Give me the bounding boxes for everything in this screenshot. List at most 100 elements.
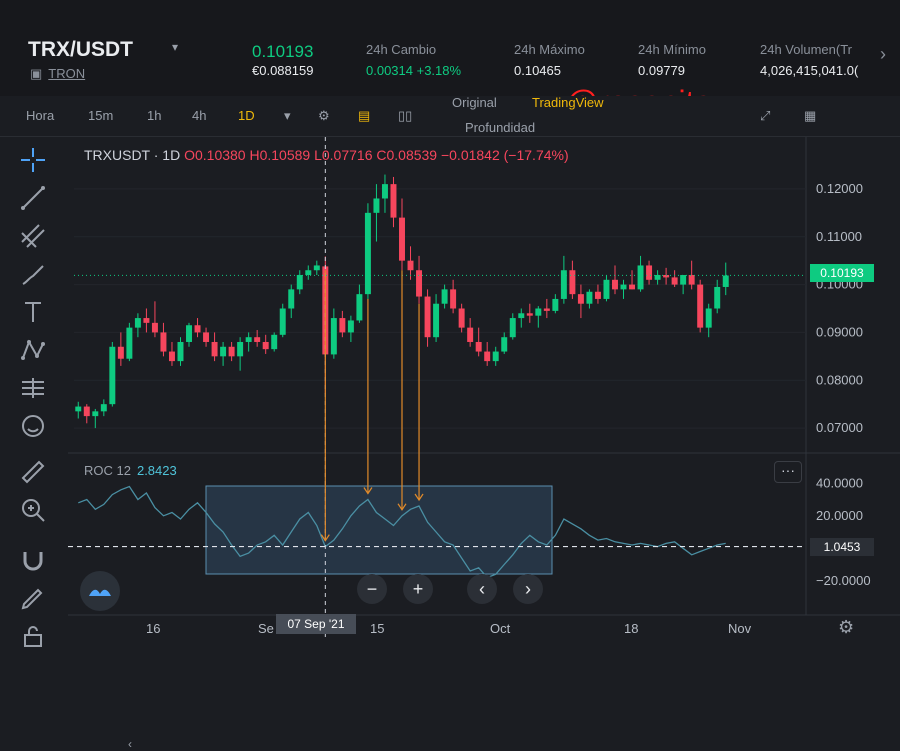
candle-body <box>646 265 653 280</box>
expand-icon[interactable]: ⤢ <box>760 108 770 124</box>
candle-body <box>271 334 278 350</box>
price-axis-label: 0.07000 <box>816 420 863 435</box>
zoom-in-button[interactable]: + <box>403 574 433 604</box>
market-header: TRX/USDT ▾ ▣ TRON 0.10193 €0.088159 24h C… <box>0 0 900 96</box>
candle-body <box>714 286 721 309</box>
candle-body <box>160 332 167 352</box>
candle-body <box>305 270 312 276</box>
chart-settings-gear-icon[interactable]: ⚙ <box>838 617 854 638</box>
candle-body <box>356 294 363 321</box>
pair-title[interactable]: TRX/USDT <box>28 38 133 62</box>
candle-body <box>518 313 525 319</box>
candle-body <box>373 198 380 213</box>
zoom-icon[interactable] <box>18 495 48 525</box>
tron-icon: ▣ <box>30 66 43 81</box>
candle-body <box>569 270 576 295</box>
candle-body <box>552 298 559 311</box>
view-depth[interactable]: Profundidad <box>465 120 535 135</box>
layout-grid-icon[interactable]: ▦ <box>804 108 816 124</box>
candle-body <box>211 341 218 357</box>
candle-body <box>203 332 210 342</box>
candle-body <box>501 337 508 352</box>
scroll-left-button[interactable]: ‹ <box>467 574 497 604</box>
lock-icon[interactable] <box>18 621 48 651</box>
settings-sliders-icon[interactable]: ⚙ <box>318 108 330 124</box>
candle-body <box>577 294 584 304</box>
candle-body <box>381 184 388 199</box>
roc-value: 2.8423 <box>136 463 177 478</box>
legend-symbol: TRXUSDT · 1D <box>84 147 181 163</box>
candle-body <box>151 322 158 333</box>
interval-dropdown-icon[interactable]: ▾ <box>284 108 291 124</box>
roc-label: ROC 12 <box>84 463 131 478</box>
candle-body <box>313 265 320 271</box>
candle-body <box>177 341 184 362</box>
pattern-icon[interactable] <box>18 335 48 365</box>
interval-1h[interactable]: 1h <box>147 108 161 123</box>
candle-body <box>705 308 712 328</box>
network-label[interactable]: ▣ TRON <box>30 66 85 82</box>
candle-type-icon[interactable]: ▯▯ <box>398 108 412 124</box>
candle-body <box>603 279 610 299</box>
view-tradingview[interactable]: TradingView <box>532 95 604 110</box>
candle-body <box>424 296 431 338</box>
candle-body <box>612 279 618 290</box>
network-link[interactable]: TRON <box>48 66 85 81</box>
interval-hora[interactable]: Hora <box>26 108 54 123</box>
roc-legend: ROC 12 2.8423 <box>84 463 177 478</box>
ruler-icon[interactable] <box>18 457 48 487</box>
chart-area[interactable]: 0.12000 0.11000 0.10000 0.09000 0.08000 0.070… <box>68 137 900 751</box>
candle-body <box>399 217 405 261</box>
indicator-menu-button[interactable]: ··· <box>774 461 802 483</box>
interval-4h[interactable]: 4h <box>192 108 206 123</box>
candle-body <box>620 284 627 290</box>
candle-body <box>237 341 244 357</box>
trendline-icon[interactable] <box>18 183 48 213</box>
text-icon[interactable] <box>18 297 48 327</box>
candle-body <box>390 184 397 218</box>
scroll-right-button[interactable]: › <box>513 574 543 604</box>
stat-low: 24h Mínimo 0.09779 <box>638 42 706 78</box>
candle-body <box>168 351 175 362</box>
collapse-toolbar-icon[interactable]: ‹ <box>128 737 132 751</box>
view-original[interactable]: Original <box>452 95 497 110</box>
crosshair-icon[interactable] <box>18 145 48 175</box>
pencil-lock-icon[interactable] <box>18 583 48 613</box>
pair-dropdown-icon[interactable]: ▾ <box>172 40 178 54</box>
roc-value-tag: 1.0453 <box>810 538 874 556</box>
candle-body <box>535 308 542 316</box>
legend-ohlc: O0.10380 H0.10589 L0.07716 C0.08539 −0.0… <box>184 147 569 163</box>
candle-body <box>254 337 261 342</box>
candle-body <box>220 346 227 357</box>
candle-body <box>722 275 729 287</box>
magnet-icon[interactable] <box>18 545 48 575</box>
chart-toolbar: Hora 15m 1h 4h 1D ▾ ⚙ ▤ ▯▯ Original Trad… <box>0 95 900 137</box>
crosshair-date-tag: 07 Sep '21 <box>276 614 356 634</box>
interval-1d[interactable]: 1D <box>238 108 255 123</box>
tradingview-logo-icon[interactable] <box>80 571 120 611</box>
candle-body <box>100 404 107 412</box>
candle-body <box>143 318 150 323</box>
candle-body <box>186 325 192 342</box>
zoom-out-button[interactable]: − <box>357 574 387 604</box>
chart-style-icon[interactable]: ▤ <box>358 108 370 124</box>
candle-body <box>475 341 482 352</box>
price-axis-label: 0.09000 <box>816 324 863 339</box>
brush-icon[interactable] <box>18 259 48 289</box>
candle-body <box>83 406 90 417</box>
fib-icon[interactable] <box>18 221 48 251</box>
last-price-tag: 0.10193 <box>810 264 874 282</box>
interval-15m[interactable]: 15m <box>88 108 113 123</box>
header-scroll-right-icon[interactable]: › <box>880 44 886 65</box>
candle-body <box>492 351 499 362</box>
emoji-icon[interactable] <box>18 411 48 441</box>
measure-icon[interactable] <box>18 373 48 403</box>
candle-body <box>288 289 295 309</box>
roc-selection-box <box>205 485 553 575</box>
chart-legend: TRXUSDT · 1D O0.10380 H0.10589 L0.07716 … <box>84 147 569 163</box>
time-axis-label: Se <box>258 621 274 636</box>
candle-body <box>586 291 593 304</box>
candle-body <box>117 346 124 359</box>
candle-body <box>637 265 644 290</box>
stat-volume: 24h Volumen(Tr 4,026,415,041.0( <box>760 42 859 78</box>
